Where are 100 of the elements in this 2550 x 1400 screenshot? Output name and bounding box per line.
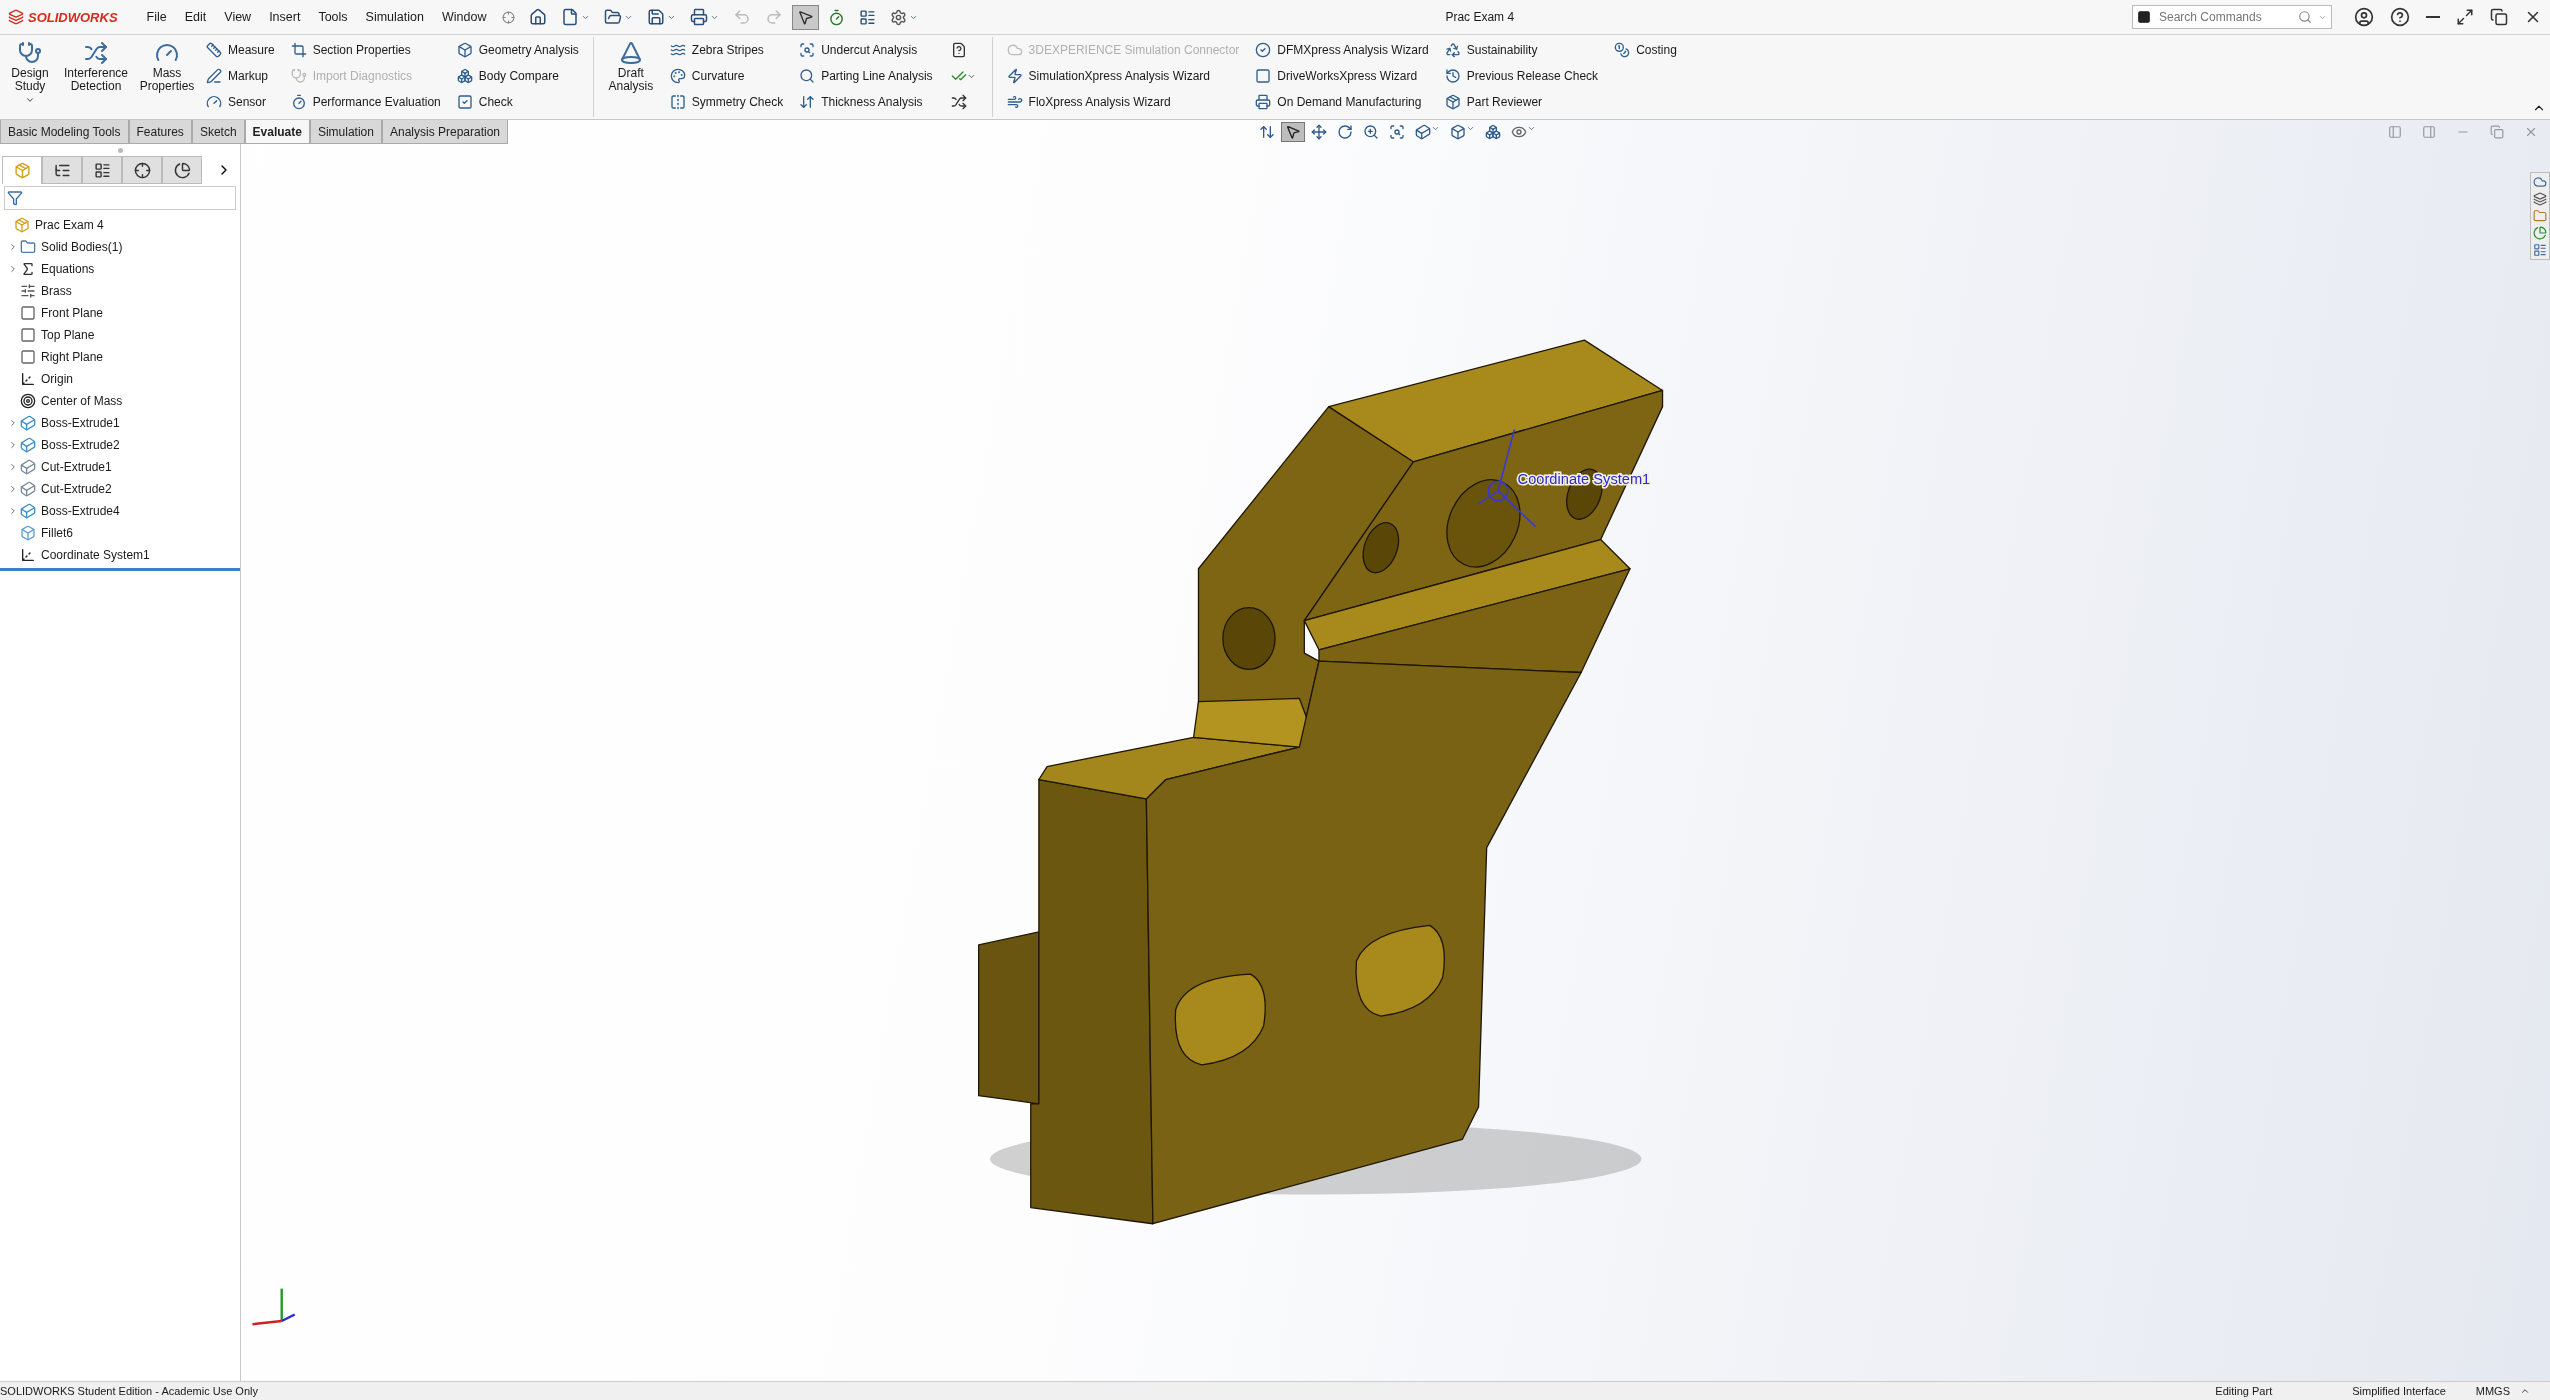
tree-item[interactable]: Boss-Extrude2 [0,434,240,456]
tree-label: Fillet6 [41,526,73,540]
ribbon-button[interactable]: Parting Line Analysis [797,63,935,89]
lightning-icon [1006,68,1023,84]
tree-item[interactable]: Solid Bodies(1) [0,236,240,258]
panel-tab[interactable] [122,156,162,184]
ribbon-button[interactable]: On Demand Manufacturing [1253,89,1431,115]
wind-icon [1006,94,1023,110]
ribbon-button[interactable]: SimulationXpress Analysis Wizard [1004,63,1242,89]
ribbon-button[interactable]: Markup [204,63,277,89]
command-tab[interactable]: Features [128,120,192,144]
tree-item[interactable]: Fillet6 [0,522,240,544]
command-tab[interactable]: Sketch [191,120,245,144]
printer-icon [1255,94,1272,110]
select-button[interactable] [1281,122,1305,142]
expand-icon[interactable] [8,242,18,252]
layers-icon[interactable] [2533,192,2547,206]
menu-item[interactable]: Simulation [356,10,433,24]
list-icon [859,8,877,26]
ribbon-button[interactable]: Body Compare [454,63,581,89]
ribbon-button[interactable]: Section Properties [288,37,443,63]
expand-icon[interactable] [8,418,18,428]
folder-icon[interactable] [2533,209,2547,223]
ribbon-button[interactable]: Geometry Analysis [454,37,581,63]
help-icon [2390,7,2410,27]
cut-icon [20,459,36,475]
tree-item[interactable]: Boss-Extrude1 [0,412,240,434]
tree-item[interactable]: Prac Exam 4 [0,214,240,236]
tree-item[interactable]: Front Plane [0,302,240,324]
tree-item[interactable]: Boss-Extrude4 [0,500,240,522]
recycle-icon [1444,42,1461,58]
boxes-icon [456,68,473,84]
ribbon-button[interactable]: Check [454,89,581,115]
ribbon-button[interactable]: Measure [204,37,277,63]
coins-icon [1614,42,1631,58]
panel-tab[interactable] [42,156,82,184]
tree-label: Equations [41,262,95,276]
ribbon-button[interactable]: Thickness Analysis [797,89,935,115]
tree-item[interactable]: Coordinate System1 [0,544,240,566]
tree-item[interactable]: Origin [0,368,240,390]
expand-icon[interactable] [8,440,18,450]
caret-icon[interactable] [2520,1386,2530,1396]
menu-item[interactable]: File [137,10,176,24]
list-icon[interactable] [2533,243,2547,257]
panel-tab[interactable] [82,156,122,184]
tree-item[interactable]: Cut-Extrude2 [0,478,240,500]
ribbon-button[interactable]: Design Study [4,37,56,117]
ribbon-button[interactable]: Zebra Stripes [667,37,786,63]
stethoscope-icon [18,41,42,65]
ribbon-button[interactable]: Undercut Analysis [797,37,935,63]
search-box[interactable]: Search Commands [2132,5,2332,29]
ribbon-button[interactable]: Mass Properties [136,37,198,117]
pointer-icon [797,8,815,26]
ribbon-button[interactable]: FloXpress Analysis Wizard [1004,89,1242,115]
command-tab[interactable]: Analysis Preparation [381,120,508,144]
zoom-area-icon [1389,124,1405,140]
expand-icon[interactable] [8,462,18,472]
undo-icon [733,8,752,26]
ribbon-button[interactable]: DriveWorksXpress Wizard [1253,63,1431,89]
ribbon-button[interactable]: Sensor [204,89,277,115]
expand-icon[interactable] [8,264,18,274]
grip-dot[interactable] [117,147,123,153]
status-text[interactable]: MMGS [2465,1385,2520,1397]
panel-left-icon [2388,125,2402,139]
ribbon-button[interactable]: Performance Evaluation [288,89,443,115]
menu-item[interactable]: View [215,10,261,24]
ribbon-button[interactable]: DFMXpress Analysis Wizard [1253,37,1431,63]
expand-icon[interactable] [8,506,18,516]
panel-tab[interactable] [162,156,202,184]
menu-item[interactable]: Edit [175,10,216,24]
menu-item[interactable]: Tools [309,10,357,24]
tree-item[interactable]: Cut-Extrude1 [0,456,240,478]
ribbon-button[interactable]: Sustainability [1442,37,1601,63]
status-text[interactable]: Simplified Interface [2332,1385,2466,1397]
command-tab[interactable]: Evaluate [244,120,310,144]
ribbon-button[interactable]: Curvature [667,63,786,89]
sigma-icon [20,261,36,277]
stripes-icon [669,42,686,58]
select-button[interactable] [792,4,820,30]
search-field[interactable]: Search Commands [2157,9,2292,25]
ribbon-button[interactable]: Draft Analysis [599,37,662,117]
scan-icon [799,42,816,58]
ribbon-button[interactable]: Part Reviewer [1442,89,1601,115]
tree-item[interactable]: Right Plane [0,346,240,368]
ribbon-button[interactable]: Costing [1612,37,1679,63]
tree-item[interactable]: Center of Mass [0,390,240,412]
command-tab[interactable]: Simulation [309,120,382,144]
ribbon-button[interactable]: Interference Detection [56,37,136,117]
menu-item[interactable]: Window [432,10,496,24]
pie-icon[interactable] [2533,226,2547,240]
ribbon-button[interactable]: Symmetry Check [667,89,786,115]
expand-icon[interactable] [8,484,18,494]
tree-item[interactable]: Top Plane [0,324,240,346]
crossed-arrows-icon [950,94,967,110]
filter-field[interactable] [4,186,236,210]
tree-item[interactable]: Equations [0,258,240,280]
tree-item[interactable]: Brass [0,280,240,302]
menu-item[interactable]: Insert [260,10,310,24]
ribbon-button[interactable]: Previous Release Check [1442,63,1601,89]
command-tab[interactable]: Basic Modeling Tools [0,120,129,144]
